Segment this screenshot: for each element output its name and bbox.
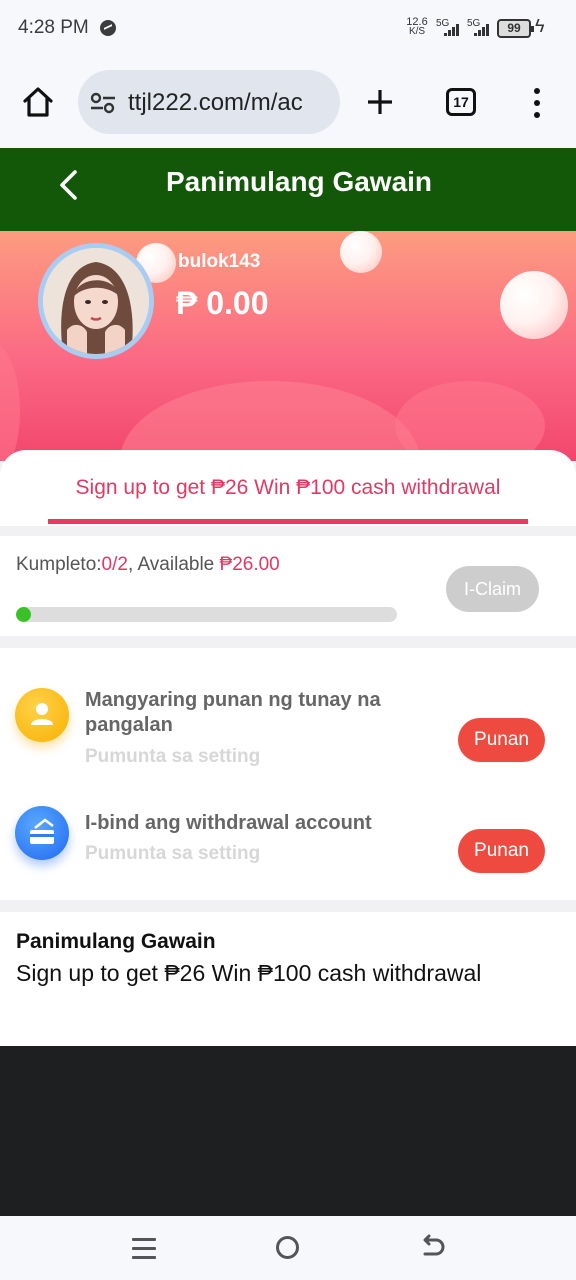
recent-apps-icon[interactable] <box>132 1238 156 1259</box>
signal-icon-2 <box>472 24 490 36</box>
progress-bar-fill <box>16 607 32 622</box>
decor-blob <box>395 381 545 461</box>
network-speed: 12.6 K/S <box>404 17 430 37</box>
tab-active-indicator <box>48 519 528 524</box>
balance: ₱ 0.00 <box>176 285 269 321</box>
address-bar[interactable]: ttjl222.com/m/ac <box>78 70 340 134</box>
system-back-icon[interactable] <box>420 1234 446 1260</box>
description-card: Panimulang Gawain Sign up to get ₱26 Win… <box>0 912 576 1046</box>
profile-banner: bulok143 ₱ 0.00 <box>0 231 576 461</box>
avatar[interactable] <box>38 243 154 359</box>
decor-bubble <box>340 231 382 273</box>
network-speed-unit: K/S <box>408 26 426 37</box>
tab-signup-reward[interactable]: Sign up to get ₱26 Win ₱100 cash withdra… <box>0 476 576 500</box>
available-amount: ₱26.00 <box>219 554 280 575</box>
task-list: Mangyaring punan ng tunay na pangalan Pu… <box>0 648 576 900</box>
bind-account-button[interactable]: Punan <box>458 829 545 873</box>
description-title: Panimulang Gawain <box>16 930 216 953</box>
avatar-photo <box>43 248 149 354</box>
more-options-icon[interactable] <box>534 88 542 118</box>
web-page: Panimulang Gawain bulok143 ₱ 0.00 Sign u… <box>0 148 576 1046</box>
page-title: Panimulang Gawain <box>165 166 433 197</box>
task-title: Mangyaring punan ng tunay na pangalan <box>85 689 381 736</box>
progress-card: Kumpleto:0/2, Available ₱26.00 I-Claim <box>0 536 576 636</box>
task-subtitle: Pumunta sa setting <box>85 746 261 767</box>
tab-count: 17 <box>453 94 469 110</box>
decor-blob <box>120 381 420 461</box>
home-icon[interactable] <box>22 86 54 118</box>
task-tab-bar: Sign up to get ₱26 Win ₱100 cash withdra… <box>0 450 576 526</box>
progress-count: 0/2 <box>101 554 128 575</box>
status-time: 4:28 PM <box>18 17 89 38</box>
fill-real-name-button[interactable]: Punan <box>458 718 545 762</box>
browser-toolbar: ttjl222.com/m/ac 17 <box>0 58 576 148</box>
task-title: I-bind ang withdrawal account <box>85 812 372 834</box>
username: bulok143 <box>178 251 261 272</box>
decor-blob <box>0 341 20 461</box>
progress-label: Kumpleto: <box>16 554 102 575</box>
new-tab-icon[interactable] <box>366 88 394 116</box>
status-bar: 4:28 PM 12.6 K/S 5G 5G 99 ϟ <box>0 0 576 58</box>
system-nav-bar <box>0 1216 576 1280</box>
available-label: , Available <box>127 554 220 575</box>
progress-bar <box>16 607 397 622</box>
decor-bubble <box>500 271 568 339</box>
messenger-icon <box>100 20 116 36</box>
tab-switcher-button[interactable]: 17 <box>446 88 476 116</box>
page-header: Panimulang Gawain <box>0 148 576 231</box>
site-settings-icon[interactable] <box>90 92 116 114</box>
user-icon <box>15 688 69 742</box>
battery-level: 99 <box>507 21 521 35</box>
progress-text: Kumpleto:0/2, Available ₱26.00 <box>16 554 280 576</box>
description-text: Sign up to get ₱26 Win ₱100 cash withdra… <box>16 960 482 986</box>
signal-icon-1 <box>442 24 460 36</box>
url-text[interactable]: ttjl222.com/m/ac <box>128 89 303 117</box>
card-icon <box>15 806 69 860</box>
battery-icon: 99 <box>497 19 534 38</box>
home-button-icon[interactable] <box>276 1236 299 1259</box>
claim-button[interactable]: I-Claim <box>446 566 539 612</box>
task-subtitle: Pumunta sa setting <box>85 843 261 864</box>
charging-icon: ϟ <box>535 16 545 36</box>
